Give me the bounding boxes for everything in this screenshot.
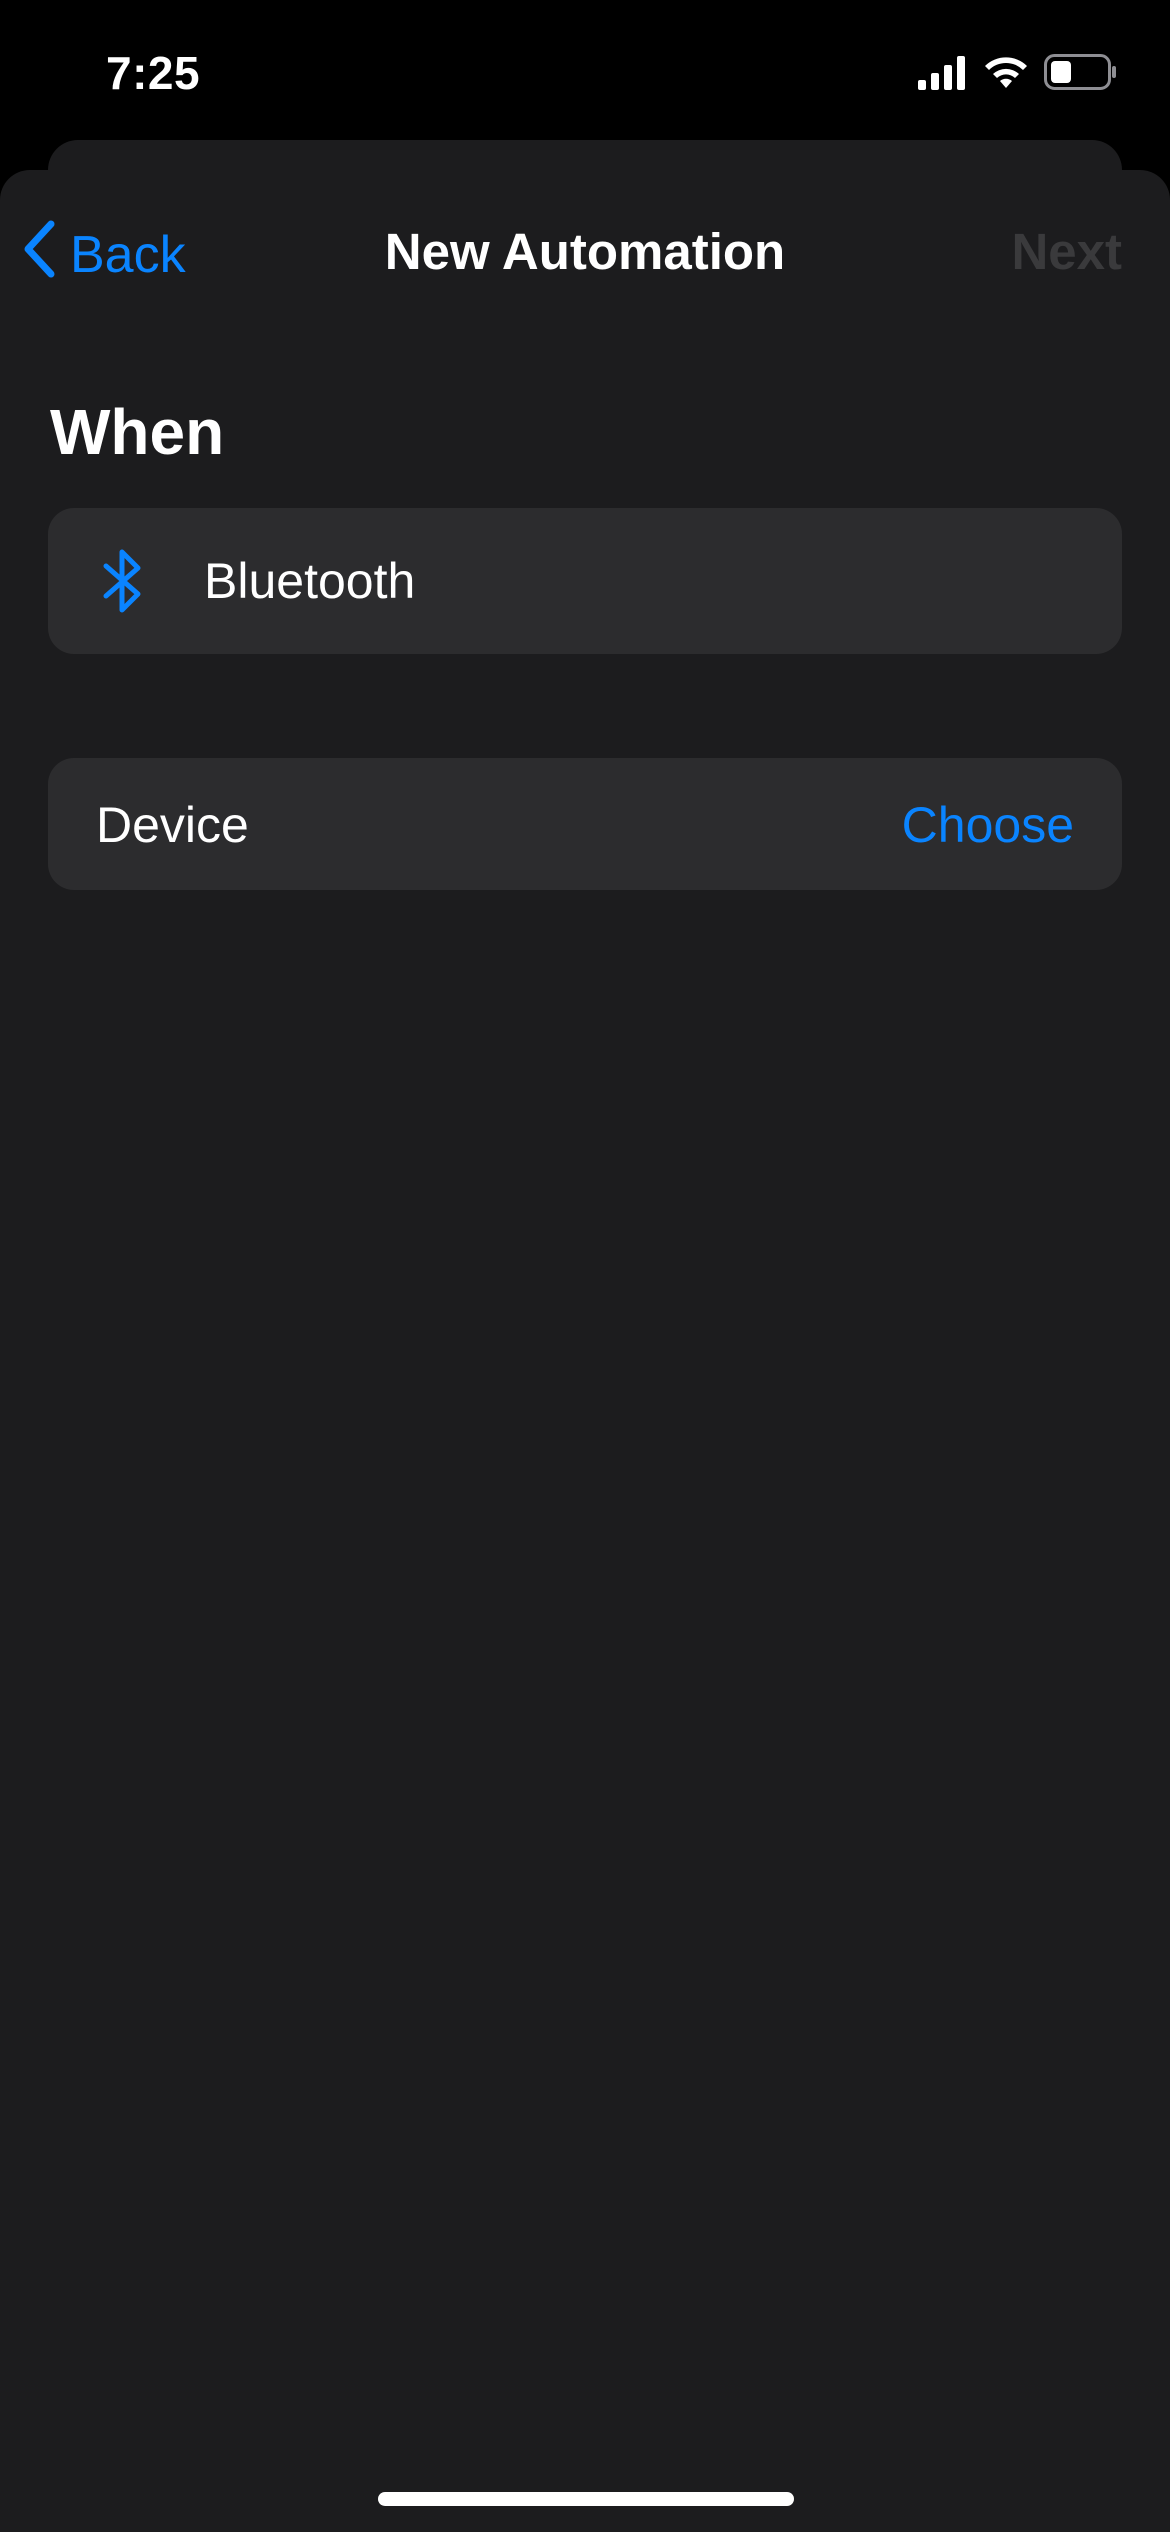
status-time: 7:25 xyxy=(106,47,201,99)
page-title: New Automation xyxy=(384,223,786,280)
cellular-signal-icon xyxy=(918,54,968,95)
status-bar: 7:25 xyxy=(0,0,1170,150)
section-heading: When xyxy=(50,396,225,468)
trigger-label: Bluetooth xyxy=(204,553,416,609)
device-row[interactable]: Device Choose xyxy=(48,758,1122,890)
battery-icon xyxy=(1044,54,1118,95)
home-indicator[interactable] xyxy=(378,2492,794,2506)
choose-button[interactable]: Choose xyxy=(902,796,1074,854)
trigger-card[interactable]: Bluetooth xyxy=(48,508,1122,654)
wifi-icon xyxy=(982,54,1030,95)
next-button[interactable]: Next xyxy=(1011,222,1122,281)
bluetooth-icon xyxy=(98,546,148,616)
status-icons xyxy=(918,54,1118,95)
device-label: Device xyxy=(96,797,249,853)
